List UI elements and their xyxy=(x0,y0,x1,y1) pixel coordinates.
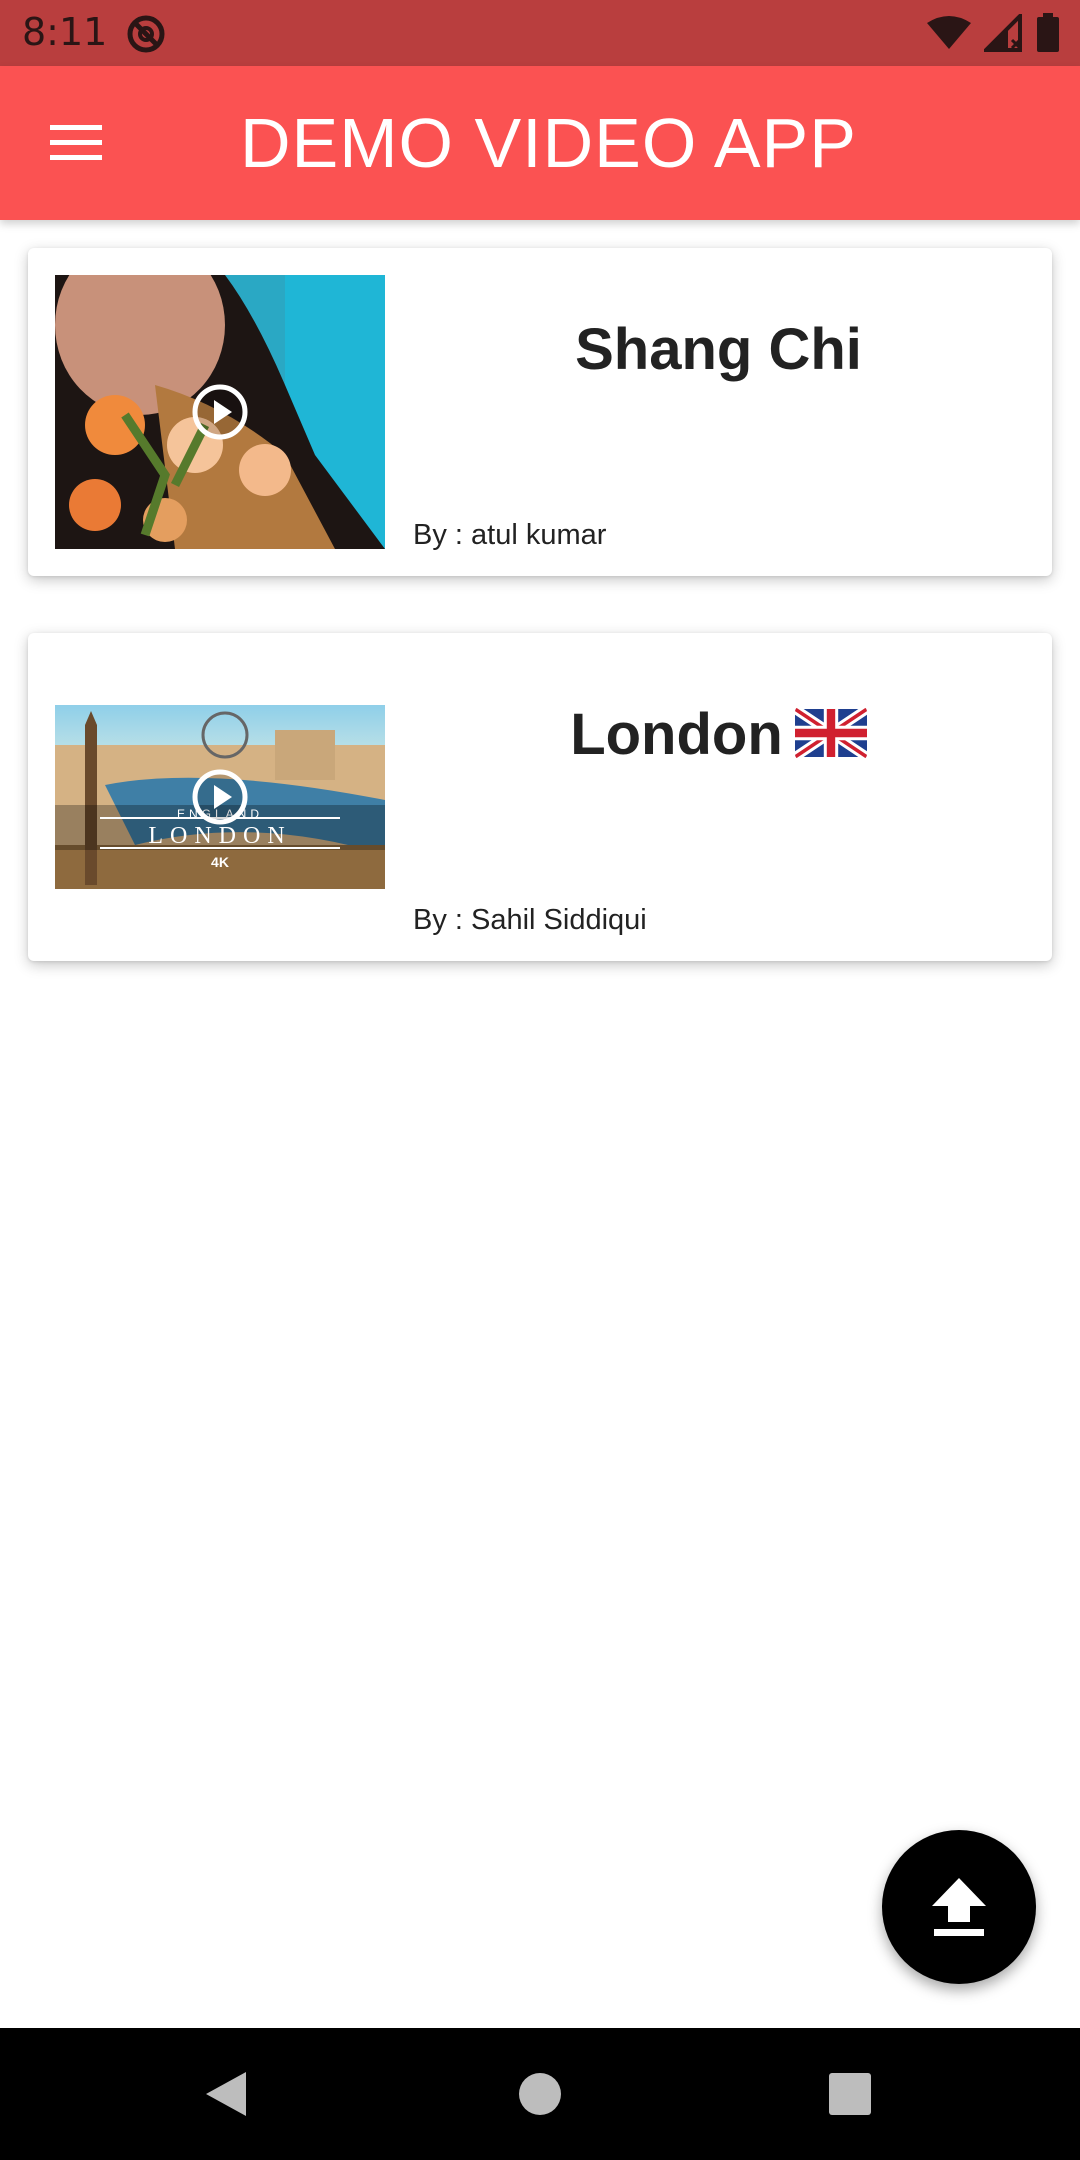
video-card[interactable]: ENGLAND LONDON 4K London By : Sahil Sidd… xyxy=(28,633,1052,961)
video-thumbnail[interactable] xyxy=(55,275,385,549)
thumbnail-badge: 4K xyxy=(211,854,229,870)
back-icon xyxy=(206,2072,246,2116)
hamburger-menu-icon xyxy=(50,125,102,160)
video-author: By : Sahil Siddiqui xyxy=(413,904,647,936)
video-thumbnail[interactable]: ENGLAND LONDON 4K xyxy=(55,705,385,889)
home-button[interactable] xyxy=(510,2064,570,2124)
upload-icon xyxy=(932,1878,986,1936)
video-title-row: London xyxy=(385,701,1052,768)
back-button[interactable] xyxy=(196,2064,256,2124)
wifi-icon xyxy=(927,16,971,49)
do-not-disturb-icon xyxy=(127,15,165,53)
home-icon xyxy=(519,2073,561,2115)
video-title: Shang Chi xyxy=(575,317,862,382)
video-card[interactable]: Shang Chi By : atul kumar xyxy=(28,248,1052,576)
app-bar: DEMO VIDEO APP xyxy=(0,66,1080,220)
recents-button[interactable] xyxy=(820,2064,880,2124)
cellular-signal-icon xyxy=(984,14,1022,52)
app-title: DEMO VIDEO APP xyxy=(240,104,857,182)
play-icon[interactable] xyxy=(190,767,250,827)
status-time: 8:11 xyxy=(22,10,108,54)
play-icon[interactable] xyxy=(190,382,250,442)
status-bar: 8:11 xyxy=(0,0,1080,66)
uk-flag-icon xyxy=(794,706,867,760)
recents-icon xyxy=(829,2073,871,2115)
video-author: By : atul kumar xyxy=(413,519,607,551)
video-title: London xyxy=(570,702,783,767)
navigation-bar xyxy=(0,2028,1080,2160)
menu-button[interactable] xyxy=(36,111,116,175)
status-icons xyxy=(926,12,1060,54)
battery-icon xyxy=(1037,13,1059,52)
upload-button[interactable] xyxy=(882,1830,1036,1984)
